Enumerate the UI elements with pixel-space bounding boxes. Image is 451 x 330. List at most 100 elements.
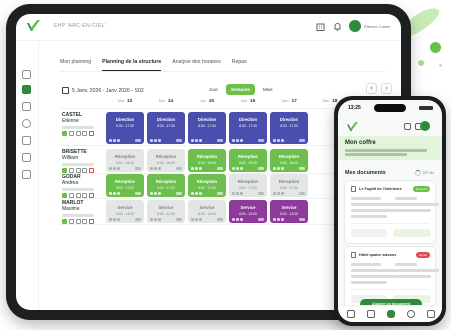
document-card[interactable]: Le Fugitif de l'Intérieure En cours <box>344 180 439 244</box>
status-dot-icon <box>191 218 194 221</box>
clock-icon[interactable] <box>22 119 31 128</box>
shift-label: Direction <box>197 117 217 122</box>
shift-cell[interactable]: Réception 9:00 - 17:00 <box>229 174 267 197</box>
building-icon[interactable] <box>404 123 411 130</box>
shift-cell[interactable]: Réception 9:00 - 17:00 <box>270 174 308 197</box>
employee-name[interactable]: CASTEL Etienne <box>62 112 98 124</box>
shift-tag <box>176 192 182 195</box>
day-header: Mar. 13 <box>105 99 145 107</box>
stats-icon[interactable] <box>22 153 31 162</box>
status-dot-icon <box>158 139 161 142</box>
bell-icon[interactable] <box>333 22 342 31</box>
mail-icon[interactable] <box>75 131 81 136</box>
shift-cell[interactable]: Service 8:00 - 14:00 <box>229 200 267 223</box>
storage-value: 297 Mo <box>422 171 434 175</box>
calendar-icon[interactable] <box>22 85 31 94</box>
phone-screen: 13:25 Mon coffre Mes documents 297 Mo Le… <box>338 100 442 322</box>
bottom-nav <box>338 305 442 322</box>
view-option-jour[interactable]: Jour <box>204 84 223 95</box>
employee-name[interactable]: GODAR Andrea <box>62 174 98 186</box>
employee-name[interactable]: BRISETTE William <box>62 149 98 161</box>
clock-icon[interactable] <box>407 310 415 318</box>
shift-tag <box>299 218 305 221</box>
shift-cell[interactable]: Réception 9:00 - 17:00 <box>106 174 144 197</box>
shift-tag <box>217 192 223 195</box>
organization-name: EHP 'ARC-EN-CIEL' <box>54 23 107 29</box>
shift-status-icons <box>232 192 243 195</box>
next-week-button[interactable]: › <box>381 83 392 94</box>
edit-icon[interactable] <box>68 131 74 136</box>
shift-cell[interactable]: Service 8:00 - 14:00 <box>147 200 185 223</box>
tab-bar: Mon planning Planning de la structure Anal… <box>60 59 247 71</box>
building-icon[interactable] <box>316 22 325 31</box>
document-detail <box>395 209 431 212</box>
home-icon[interactable] <box>22 70 31 79</box>
shift-status-icons <box>191 192 202 195</box>
shift-cell[interactable]: Direction 8:30 - 17:30 <box>188 112 226 144</box>
status-dot-icon <box>277 192 280 195</box>
status-dot-icon <box>240 192 243 195</box>
view-option-semaine[interactable]: Semaine <box>225 84 255 95</box>
day-number: 13 <box>126 99 133 104</box>
storage-ring-icon <box>414 170 421 176</box>
tab-0[interactable]: Mon planning <box>60 59 91 71</box>
folder-icon[interactable] <box>22 102 31 111</box>
shift-cell[interactable]: Service 8:00 - 14:00 <box>188 200 226 223</box>
status-dot-icon <box>113 218 116 221</box>
shift-cell[interactable]: Réception 8:00 - 16:00 <box>147 149 185 172</box>
users-icon[interactable] <box>22 136 31 145</box>
shift-cell[interactable]: Réception 9:00 - 17:00 <box>147 174 185 197</box>
shift-cell[interactable]: Réception 8:00 - 16:00 <box>188 149 226 172</box>
users-icon[interactable] <box>427 310 435 318</box>
shift-cell[interactable]: Direction 8:30 - 17:30 <box>147 112 185 144</box>
shift-cell[interactable]: Service 8:00 - 14:00 <box>106 200 144 223</box>
clock-icon[interactable] <box>82 131 88 136</box>
user-name[interactable]: Etienne Castel <box>364 24 390 29</box>
shift-time: 9:00 - 17:00 <box>239 185 257 190</box>
period-selector[interactable]: 5 Janv. 2026 - Janv 2026 - S02 <box>62 87 144 94</box>
storage-indicator: 297 Mo <box>414 170 434 176</box>
day-prefix: Sam. <box>281 99 290 103</box>
shift-cell[interactable]: Réception 8:00 - 16:00 <box>229 149 267 172</box>
shift-time: 8:00 - 16:00 <box>116 160 134 165</box>
view-option-mois[interactable]: Mois <box>258 84 278 95</box>
employee-name[interactable]: MARLOT Maxime <box>62 200 98 212</box>
employee-role <box>62 163 94 166</box>
day-header: Ven. 16 <box>228 99 268 107</box>
document-detail <box>395 203 439 206</box>
shift-cell[interactable]: Direction 8:30 - 17:30 <box>106 112 144 144</box>
card-divider <box>351 223 429 224</box>
document-icon[interactable] <box>22 170 31 179</box>
user-avatar[interactable] <box>349 20 361 32</box>
shift-cell[interactable]: Direction 8:30 - 17:30 <box>270 112 308 144</box>
tab-3[interactable]: Repas <box>232 59 247 71</box>
shift-time: 9:00 - 17:00 <box>198 185 216 190</box>
vault-icon[interactable] <box>387 310 395 318</box>
tab-1[interactable]: Planning de la structure <box>102 59 162 71</box>
shift-cell[interactable]: Réception 8:00 - 16:00 <box>270 149 308 172</box>
document-view-button[interactable] <box>393 229 431 237</box>
document-share-button[interactable] <box>351 229 387 237</box>
prev-week-button[interactable]: ‹ <box>366 83 377 94</box>
status-dot-icon <box>232 167 235 170</box>
status-dot-icon <box>199 192 202 195</box>
brand-logo-icon[interactable] <box>27 20 40 32</box>
employee-firstname: William <box>62 154 79 161</box>
badge-icon[interactable] <box>62 131 67 136</box>
tab-2[interactable]: Analyse des horaires <box>172 59 220 71</box>
shift-status-icons <box>273 167 284 170</box>
delete-icon[interactable] <box>89 131 95 136</box>
calendar-icon[interactable] <box>367 310 375 318</box>
home-icon[interactable] <box>347 310 355 318</box>
shift-time: 8:30 - 17:30 <box>239 123 257 128</box>
brand-logo-icon[interactable] <box>347 122 358 132</box>
shift-label: Réception <box>155 179 177 184</box>
shift-label: Réception <box>196 154 218 159</box>
shift-cell[interactable]: Réception 8:00 - 16:00 <box>106 149 144 172</box>
user-avatar[interactable] <box>420 121 430 131</box>
shift-cell[interactable]: Service 8:00 - 14:00 <box>270 200 308 223</box>
shift-cell[interactable]: Direction 8:30 - 17:30 <box>229 112 267 144</box>
shift-cell[interactable]: Réception 9:00 - 17:00 <box>188 174 226 197</box>
status-dot-icon <box>191 167 194 170</box>
shift-label: Réception <box>114 179 136 184</box>
